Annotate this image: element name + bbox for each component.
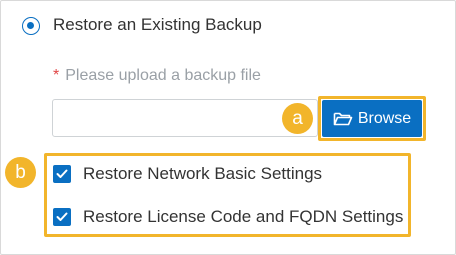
restore-license-fqdn-option[interactable]: Restore License Code and FQDN Settings [53,207,403,227]
restore-network-settings-option[interactable]: Restore Network Basic Settings [53,164,322,184]
browse-label: Browse [357,109,412,127]
browse-button[interactable]: Browse [322,100,422,137]
restore-network-settings-label[interactable]: Restore Network Basic Settings [83,164,322,184]
checkmark-icon [56,212,68,221]
restore-license-fqdn-checkbox[interactable] [53,208,71,226]
upload-backup-text: Please upload a backup file [65,67,261,84]
backup-file-field[interactable] [52,99,318,137]
checkmark-icon [56,169,68,178]
annotation-badge-b: b [5,157,36,188]
restore-existing-backup-radio[interactable] [22,17,40,35]
folder-open-icon [333,111,353,127]
upload-backup-label: * Please upload a backup file [53,67,261,85]
annotation-badge-a: a [282,103,313,134]
restore-network-settings-checkbox[interactable] [53,165,71,183]
required-marker: * [53,67,60,84]
restore-license-fqdn-label[interactable]: Restore License Code and FQDN Settings [83,207,403,227]
restore-existing-backup-label[interactable]: Restore an Existing Backup [53,15,262,35]
restore-panel: Restore an Existing Backup * Please uploa… [0,0,456,255]
